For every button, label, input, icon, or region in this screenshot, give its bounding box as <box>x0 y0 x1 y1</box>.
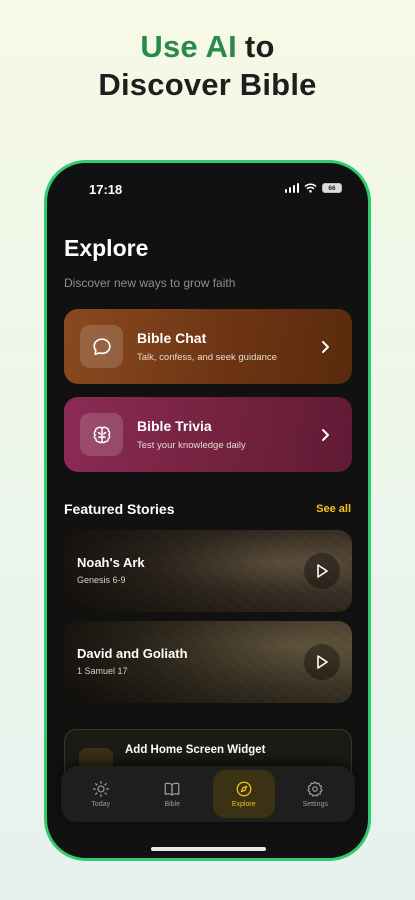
sun-icon <box>92 780 109 798</box>
story-title: David and Goliath <box>77 646 188 661</box>
brain-icon <box>80 413 123 456</box>
play-icon <box>317 655 328 669</box>
featured-stories-heading: Featured Stories <box>64 501 175 517</box>
story-title: Noah's Ark <box>77 555 145 570</box>
wifi-icon <box>304 183 317 193</box>
tab-label: Explore <box>231 801 256 808</box>
tab-bible[interactable]: Bible <box>141 770 203 818</box>
bible-trivia-title: Bible Trivia <box>137 418 212 434</box>
promo-line-2: Discover Bible <box>98 67 317 102</box>
bible-trivia-card[interactable]: Bible Trivia Test your knowledge daily <box>64 397 352 472</box>
chat-bubble-icon <box>80 325 123 368</box>
widget-title: Add Home Screen Widget <box>125 744 266 756</box>
bible-chat-card[interactable]: Bible Chat Talk, confess, and seek guida… <box>64 309 352 384</box>
page-subtitle: Discover new ways to grow faith <box>64 276 236 290</box>
bible-chat-title: Bible Chat <box>137 330 207 346</box>
story-reference: Genesis 6-9 <box>77 575 126 585</box>
bible-chat-subtitle: Talk, confess, and seek guidance <box>137 352 277 363</box>
status-icons: 66 <box>284 183 342 193</box>
promo-line-1: Use AI to <box>0 28 415 66</box>
promo-accent-text: Use AI <box>140 29 237 64</box>
story-card-david-and-goliath[interactable]: David and Goliath 1 Samuel 17 <box>64 621 352 703</box>
play-button[interactable] <box>304 644 340 680</box>
gear-icon <box>307 781 323 797</box>
story-card-noahs-ark[interactable]: Noah's Ark Genesis 6-9 <box>64 530 352 612</box>
book-icon <box>164 782 180 796</box>
play-icon <box>317 564 328 578</box>
home-indicator <box>151 847 266 851</box>
status-time: 17:18 <box>89 182 123 197</box>
play-button[interactable] <box>304 553 340 589</box>
tab-settings[interactable]: Settings <box>284 770 346 818</box>
bible-trivia-subtitle: Test your knowledge daily <box>137 440 246 451</box>
status-bar: 17:18 66 <box>47 180 368 200</box>
phone-frame: 17:18 66 Explore Discover new ways to gr… <box>44 160 371 861</box>
compass-icon <box>236 781 252 797</box>
battery-indicator: 66 <box>322 183 342 193</box>
chevron-right-icon <box>322 428 329 441</box>
tab-label: Bible <box>164 801 181 808</box>
tab-today[interactable]: Today <box>70 770 132 818</box>
tab-explore[interactable]: Explore <box>212 770 275 818</box>
page-title: Explore <box>64 235 149 261</box>
promo-line-1-rest: to <box>244 29 275 64</box>
signal-icon <box>284 183 299 193</box>
tab-label: Today <box>91 801 111 808</box>
see-all-link[interactable]: See all <box>316 503 351 515</box>
story-reference: 1 Samuel 17 <box>77 666 128 676</box>
promo-headline: Use AI to Discover Bible <box>0 28 415 104</box>
bottom-tab-bar: Today Bible Explore Settings <box>61 766 355 822</box>
chevron-right-icon <box>322 340 329 353</box>
tab-label: Settings <box>302 801 328 808</box>
